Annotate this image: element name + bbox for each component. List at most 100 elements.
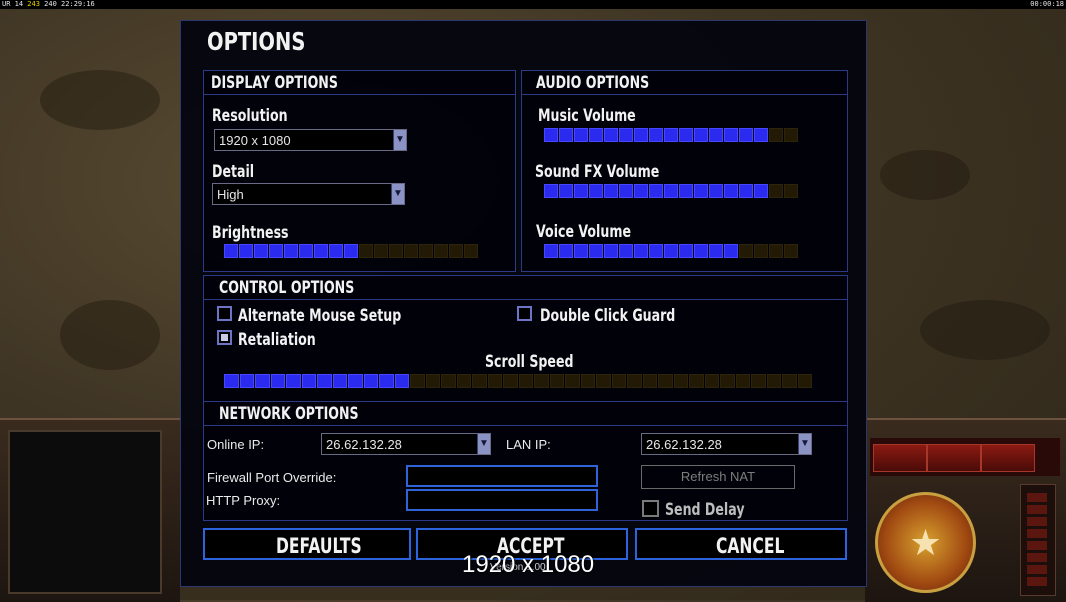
slider-segment[interactable] bbox=[596, 374, 611, 388]
slider-segment[interactable] bbox=[284, 244, 298, 258]
slider-segment[interactable] bbox=[704, 374, 719, 388]
slider-segment[interactable] bbox=[559, 128, 573, 142]
slider-segment[interactable] bbox=[739, 184, 753, 198]
slider-segment[interactable] bbox=[317, 374, 332, 388]
slider-segment[interactable] bbox=[664, 244, 678, 258]
slider-segment[interactable] bbox=[604, 128, 618, 142]
slider-segment[interactable] bbox=[518, 374, 533, 388]
slider-segment[interactable] bbox=[754, 184, 768, 198]
scroll-speed-slider[interactable] bbox=[224, 374, 812, 388]
slider-segment[interactable] bbox=[769, 184, 783, 198]
slider-segment[interactable] bbox=[642, 374, 657, 388]
slider-segment[interactable] bbox=[619, 244, 633, 258]
command-tab-button[interactable] bbox=[981, 444, 1035, 472]
slider-segment[interactable] bbox=[766, 374, 781, 388]
slider-segment[interactable] bbox=[782, 374, 797, 388]
slider-segment[interactable] bbox=[544, 244, 558, 258]
slider-segment[interactable] bbox=[658, 374, 673, 388]
slider-segment[interactable] bbox=[709, 184, 723, 198]
slider-segment[interactable] bbox=[549, 374, 564, 388]
double-click-guard-checkbox[interactable] bbox=[517, 306, 532, 321]
slider-segment[interactable] bbox=[709, 128, 723, 142]
defaults-button[interactable]: DEFAULTS bbox=[203, 528, 411, 560]
slider-segment[interactable] bbox=[784, 244, 798, 258]
slider-segment[interactable] bbox=[394, 374, 409, 388]
slider-segment[interactable] bbox=[344, 244, 358, 258]
slider-segment[interactable] bbox=[574, 128, 588, 142]
slider-segment[interactable] bbox=[363, 374, 378, 388]
slider-segment[interactable] bbox=[544, 184, 558, 198]
slider-segment[interactable] bbox=[694, 244, 708, 258]
slider-segment[interactable] bbox=[664, 128, 678, 142]
slider-segment[interactable] bbox=[254, 244, 268, 258]
slider-segment[interactable] bbox=[611, 374, 626, 388]
slider-segment[interactable] bbox=[673, 374, 688, 388]
send-delay-checkbox[interactable] bbox=[642, 500, 659, 517]
slider-segment[interactable] bbox=[769, 244, 783, 258]
http-proxy-input[interactable] bbox=[406, 489, 598, 511]
slider-segment[interactable] bbox=[239, 374, 254, 388]
slider-segment[interactable] bbox=[619, 128, 633, 142]
slider-segment[interactable] bbox=[694, 128, 708, 142]
slider-segment[interactable] bbox=[754, 244, 768, 258]
slider-segment[interactable] bbox=[627, 374, 642, 388]
slider-segment[interactable] bbox=[797, 374, 812, 388]
slider-segment[interactable] bbox=[379, 374, 394, 388]
retaliation-checkbox[interactable] bbox=[217, 330, 232, 345]
slider-segment[interactable] bbox=[559, 244, 573, 258]
slider-segment[interactable] bbox=[299, 244, 313, 258]
slider-segment[interactable] bbox=[404, 244, 418, 258]
slider-segment[interactable] bbox=[224, 374, 239, 388]
slider-segment[interactable] bbox=[374, 244, 388, 258]
slider-segment[interactable] bbox=[739, 128, 753, 142]
slider-segment[interactable] bbox=[255, 374, 270, 388]
slider-segment[interactable] bbox=[534, 374, 549, 388]
slider-segment[interactable] bbox=[689, 374, 704, 388]
slider-segment[interactable] bbox=[270, 374, 285, 388]
music-volume-slider[interactable] bbox=[544, 128, 798, 142]
command-tab-button[interactable] bbox=[927, 444, 981, 472]
resolution-dropdown[interactable]: 1920 x 1080 ▼ bbox=[214, 129, 407, 151]
slider-segment[interactable] bbox=[649, 244, 663, 258]
alternate-mouse-checkbox[interactable] bbox=[217, 306, 232, 321]
slider-segment[interactable] bbox=[580, 374, 595, 388]
refresh-nat-button[interactable]: Refresh NAT bbox=[641, 465, 795, 489]
detail-dropdown[interactable]: High ▼ bbox=[212, 183, 405, 205]
slider-segment[interactable] bbox=[724, 128, 738, 142]
voice-volume-slider[interactable] bbox=[544, 244, 798, 258]
slider-segment[interactable] bbox=[735, 374, 750, 388]
slider-segment[interactable] bbox=[434, 244, 448, 258]
online-ip-dropdown[interactable]: 26.62.132.28 ▼ bbox=[321, 433, 491, 455]
slider-segment[interactable] bbox=[589, 184, 603, 198]
slider-segment[interactable] bbox=[724, 244, 738, 258]
sound-fx-volume-slider[interactable] bbox=[544, 184, 798, 198]
slider-segment[interactable] bbox=[754, 128, 768, 142]
command-tab-button[interactable] bbox=[873, 444, 927, 472]
cancel-button[interactable]: CANCEL bbox=[635, 528, 847, 560]
slider-segment[interactable] bbox=[634, 128, 648, 142]
slider-segment[interactable] bbox=[301, 374, 316, 388]
slider-segment[interactable] bbox=[441, 374, 456, 388]
slider-segment[interactable] bbox=[332, 374, 347, 388]
slider-segment[interactable] bbox=[720, 374, 735, 388]
slider-segment[interactable] bbox=[425, 374, 440, 388]
slider-segment[interactable] bbox=[619, 184, 633, 198]
slider-segment[interactable] bbox=[456, 374, 471, 388]
lan-ip-dropdown[interactable]: 26.62.132.28 ▼ bbox=[641, 433, 812, 455]
slider-segment[interactable] bbox=[286, 374, 301, 388]
firewall-port-input[interactable] bbox=[406, 465, 598, 487]
slider-segment[interactable] bbox=[739, 244, 753, 258]
slider-segment[interactable] bbox=[634, 184, 648, 198]
brightness-slider[interactable] bbox=[224, 244, 478, 258]
slider-segment[interactable] bbox=[559, 184, 573, 198]
chevron-down-icon[interactable]: ▼ bbox=[393, 130, 406, 150]
slider-segment[interactable] bbox=[679, 244, 693, 258]
slider-segment[interactable] bbox=[784, 128, 798, 142]
slider-segment[interactable] bbox=[410, 374, 425, 388]
slider-segment[interactable] bbox=[589, 128, 603, 142]
slider-segment[interactable] bbox=[574, 244, 588, 258]
slider-segment[interactable] bbox=[544, 128, 558, 142]
slider-segment[interactable] bbox=[649, 184, 663, 198]
slider-segment[interactable] bbox=[724, 184, 738, 198]
slider-segment[interactable] bbox=[679, 128, 693, 142]
